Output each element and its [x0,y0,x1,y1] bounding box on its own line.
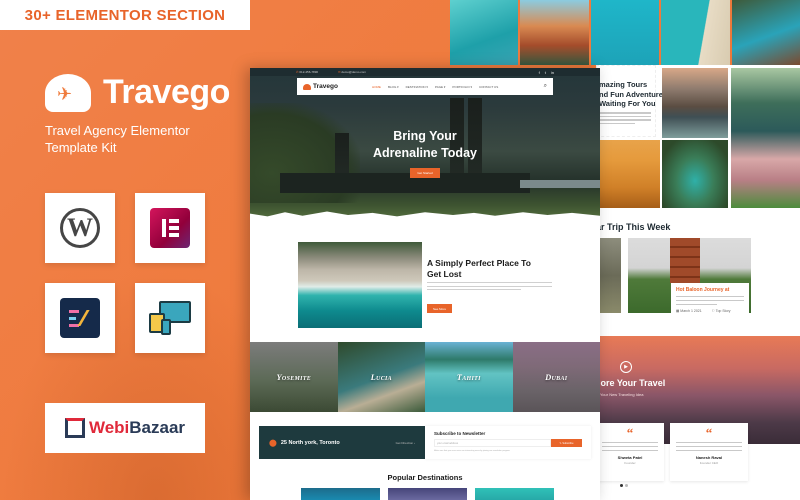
destination-card[interactable]: Lucia [337,342,425,412]
quote-icon: “ [626,425,634,440]
responsive-devices-icon [149,301,191,335]
wordpress-tile: W [45,193,115,263]
brand-logo-icon: ✈ [45,72,95,112]
play-icon[interactable]: ▶ [620,361,632,373]
wordpress-icon: W [60,208,100,248]
photo-collage-top [450,0,800,65]
see-more-button[interactable]: See More [427,304,452,313]
email-input[interactable]: your email address [434,439,551,447]
testimonial-card: “ Shweta Patel Founder [596,423,664,481]
destination-card[interactable]: Yosemite [250,342,338,412]
brand: ✈ Travego [45,72,230,112]
subscribe-button[interactable]: ✎ Subscribe [551,439,582,447]
brand-name: Travego [103,72,230,111]
sections-badge: 30+ ELEMENTOR SECTION [0,0,250,30]
photo-river-canyon [662,140,728,208]
photo-beach-boats [661,0,730,65]
map-pin-icon: ⬤ [269,439,277,447]
linkedin-icon[interactable]: in [551,70,554,75]
photo-buddha-statue [731,68,800,208]
photo-lake-house [662,68,728,138]
testimonial-role: Founder CEO [699,461,719,465]
popular-card[interactable] [388,488,467,500]
nav-destination[interactable]: DESTINATION ▾ [406,85,428,89]
location-box: ⬤ 25 North york, Toronto Get Direction › [259,426,425,459]
elementor-icon [150,208,190,248]
trip-card-title[interactable]: Hot Baloon Journey at [676,287,744,293]
trip-card-tag: ⚐ Top Story [711,309,731,313]
destination-card[interactable]: Dubai [512,342,600,412]
explore-subtitle: Your New Traveling Idea [600,392,644,397]
navbar: Travego HOME BLOG ▾ DESTINATION ▾ PAGE ▾… [297,78,553,95]
photo-coastal-cove [731,0,800,65]
nav-page[interactable]: PAGE ▾ [435,85,445,89]
webibazaar-cube-icon [64,418,85,438]
popular-title: Popular Destinations [387,473,463,482]
photo-hot-air-balloons [590,0,660,65]
pagoda-shape [670,238,700,283]
twitter-icon[interactable]: t [545,70,546,75]
get-direction-link[interactable]: Get Direction › [396,441,415,445]
nav-portfolio[interactable]: PORTFOLIO ▾ [452,85,472,89]
carousel-dot[interactable] [625,484,628,487]
trip-card-date: ▦ March 1 2021 [676,309,702,313]
newsletter-box: Subscribe to Newsletter your email addre… [425,426,591,459]
photo-overwater-villas [450,0,519,65]
vendor-name-part1: Webi [88,418,130,437]
newsletter-title: Subscribe to Newsletter [434,431,486,436]
facebook-icon[interactable]: f [539,70,540,75]
top-bar: ✆ 012-456-7890 ✉ demo@demo.com f t in [250,68,600,76]
phone: ✆ 012-456-7890 [296,70,319,74]
quote-icon: “ [705,425,713,440]
vendor-name-part2: Bazaar [129,418,186,437]
email: ✉ demo@demo.com [338,70,366,74]
search-icon[interactable]: ⌕ [544,83,547,90]
popular-card[interactable] [475,488,554,500]
testimonial-role: Founder [624,461,636,465]
address: 25 North york, Toronto [280,439,340,446]
photo-desert-camels [596,140,660,208]
carousel-dot[interactable] [620,484,623,487]
carousel-dots[interactable] [620,484,628,487]
background-decoration [0,270,260,500]
testimonial-card: “ Nanesh Raval Founder CEO [670,423,748,481]
webibazaar-logo: Webi Bazaar [45,403,205,453]
nav-blog[interactable]: BLOG ▾ [388,85,399,89]
nav-home[interactable]: HOME [372,85,381,89]
main-page-preview: Bring Your Adrenaline Today Get Started ✆… [250,68,600,500]
testimonial-name: Nanesh Raval [695,455,723,460]
destinations-strip: Yosemite Lucia Tahiti Dubai [250,342,600,412]
nav-contact[interactable]: CONTACT US [479,85,498,89]
trip-card[interactable]: Hot Baloon Journey at ▦ March 1 2021 ⚐ To… [671,283,749,323]
photo-cinque-terre [520,0,589,65]
tours-text-block: mazing Tours nd Fun Adventures Waiting F… [596,65,668,137]
testimonial-name: Shweta Patel [617,455,643,460]
responsive-tile [135,283,205,353]
beach-aerial-photo [298,242,422,328]
newsletter-note: Make sure that you never miss our intere… [434,450,510,452]
get-started-button[interactable]: Get Started [410,168,440,178]
tours-heading: mazing Tours nd Fun Adventures Waiting F… [599,80,668,108]
trip-heading: ar Trip This Week [596,222,671,232]
about-title: A Simply Perfect Place To Get Lost [427,258,531,279]
explore-title: lore Your Travel [598,378,666,388]
site-logo[interactable]: Travego [303,83,338,90]
logo-icon [303,83,311,90]
tagline: Travel Agency Elementor Template Kit [45,123,190,155]
elementor-tile [135,193,205,263]
envato-elements-icon [60,298,100,338]
hero-title: Bring Your Adrenaline Today [373,129,477,160]
popular-card[interactable] [301,488,380,500]
destination-card[interactable]: Tahiti [425,342,513,412]
envato-elements-tile [45,283,115,353]
